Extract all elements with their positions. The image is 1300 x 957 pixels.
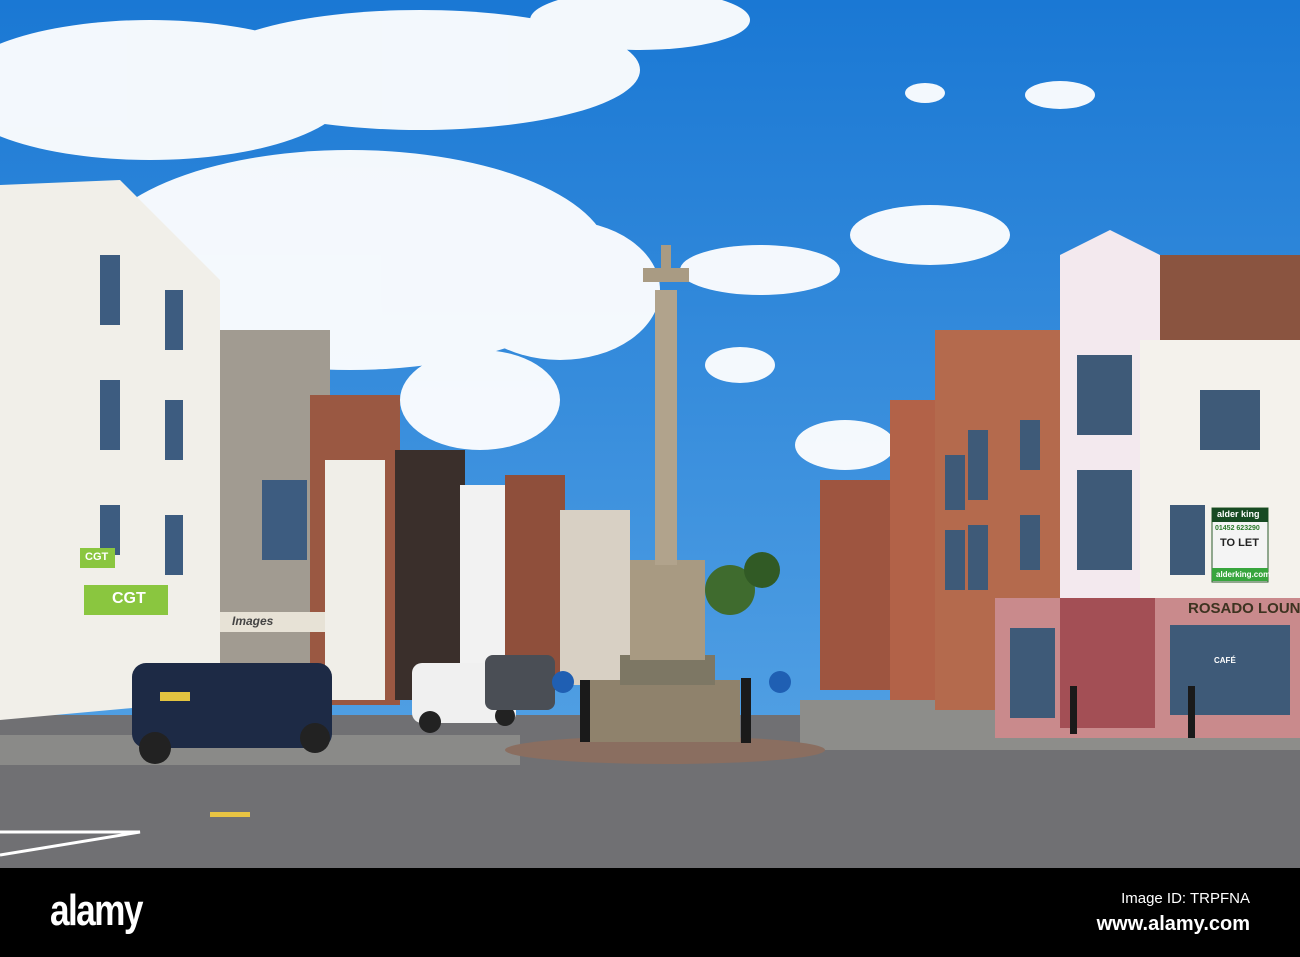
- alamy-logo: alamy: [50, 886, 143, 935]
- alder-king-sign: alder king: [1217, 509, 1260, 519]
- photo-town-square: CGT CGT Images alder king 01452 623290 T…: [0, 0, 1300, 868]
- cgt-sign: CGT: [112, 590, 146, 607]
- alamy-url[interactable]: www.alamy.com: [1097, 913, 1250, 936]
- agent-url: alderking.com: [1216, 570, 1271, 579]
- cafe-sign: CAFÉ: [1214, 656, 1236, 665]
- image-id: Image ID: TRPFNA: [1121, 890, 1250, 907]
- watermark-footer: alamy Image ID: TRPFNA www.alamy.com: [0, 868, 1300, 957]
- phone-number: 01452 623290: [1215, 525, 1260, 532]
- street-scene: [0, 0, 1300, 868]
- to-let-sign: TO LET: [1220, 537, 1259, 549]
- images-shop-sign: Images: [232, 614, 274, 628]
- rosado-lounge-sign: ROSADO LOUNGE: [1188, 600, 1300, 617]
- cgt-small-sign: CGT: [85, 551, 109, 563]
